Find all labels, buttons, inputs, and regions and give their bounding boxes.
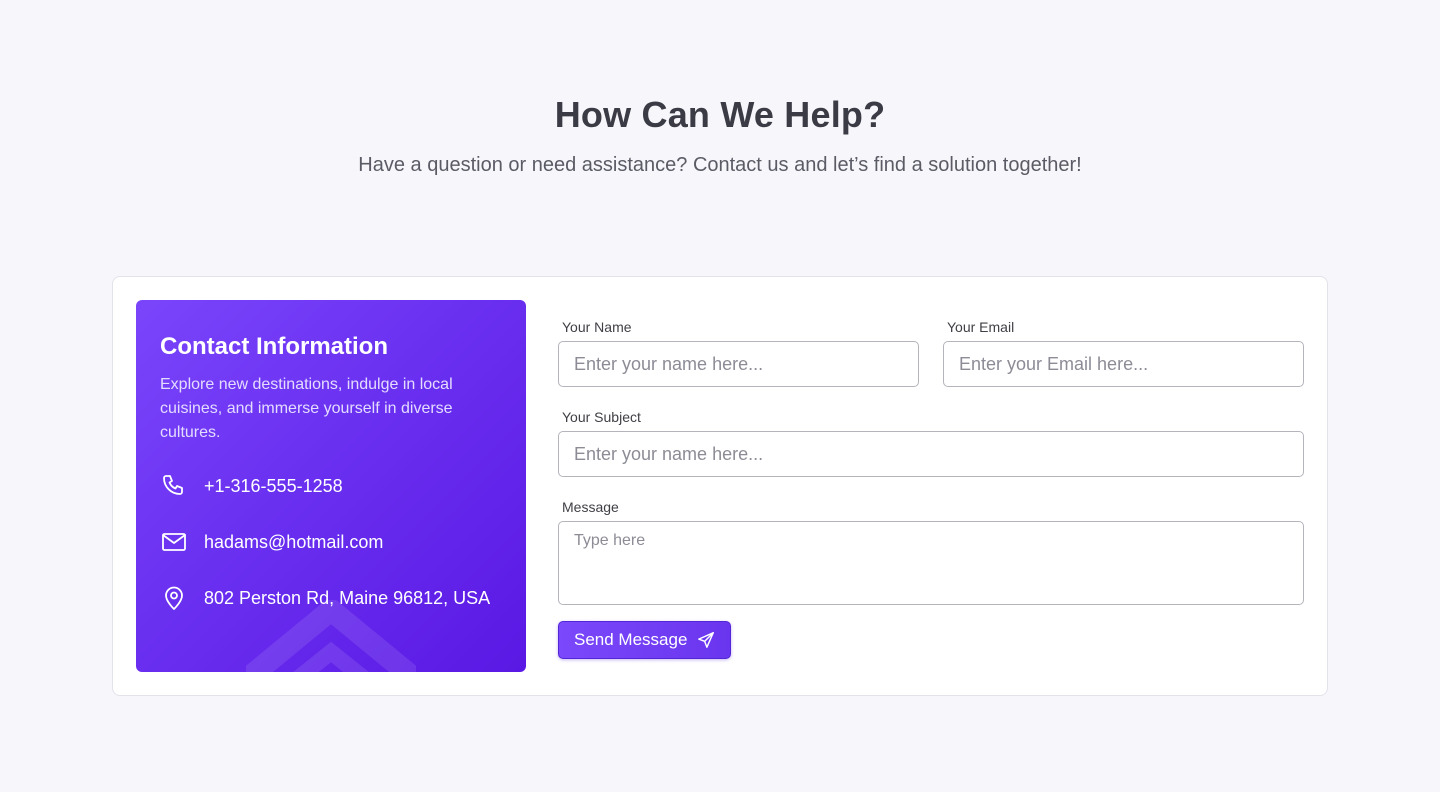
contact-address: 802 Perston Rd, Maine 96812, USA bbox=[204, 588, 491, 608]
page-title: How Can We Help? bbox=[554, 94, 886, 135]
contact-email-row[interactable]: hadams@hotmail.com bbox=[160, 528, 494, 556]
send-message-button[interactable]: Send Message bbox=[558, 621, 731, 659]
subject-label: Your Subject bbox=[562, 409, 641, 425]
map-pin-icon bbox=[165, 586, 183, 610]
contact-card: Contact Information Explore new destinat… bbox=[112, 276, 1328, 696]
contact-phone: +1-316-555-1258 bbox=[204, 476, 343, 496]
message-label: Message bbox=[562, 499, 619, 515]
name-input[interactable] bbox=[558, 341, 919, 387]
send-icon bbox=[698, 632, 715, 648]
contact-info-panel: Contact Information Explore new destinat… bbox=[136, 300, 526, 672]
contact-info-title: Contact Information bbox=[160, 333, 388, 360]
mail-icon bbox=[162, 533, 186, 551]
send-message-label: Send Message bbox=[574, 630, 688, 649]
message-textarea[interactable] bbox=[558, 521, 1304, 605]
email-label: Your Email bbox=[947, 319, 1015, 335]
subject-input[interactable] bbox=[558, 431, 1304, 477]
page-subtitle: Have a question or need assistance? Cont… bbox=[358, 154, 1082, 176]
contact-address-row[interactable]: 802 Perston Rd, Maine 96812, USA bbox=[160, 584, 494, 612]
contact-page: How Can We Help? Have a question or need… bbox=[0, 0, 1440, 792]
contact-email: hadams@hotmail.com bbox=[204, 532, 384, 552]
contact-phone-row[interactable]: +1-316-555-1258 bbox=[160, 472, 494, 500]
email-input[interactable] bbox=[943, 341, 1304, 387]
contact-info-description: Explore new destinations, indulge in loc… bbox=[160, 376, 453, 441]
contact-form: Your Name Your Email Your Subject Messag… bbox=[558, 277, 1305, 697]
phone-icon bbox=[163, 475, 183, 495]
name-label: Your Name bbox=[562, 319, 632, 335]
